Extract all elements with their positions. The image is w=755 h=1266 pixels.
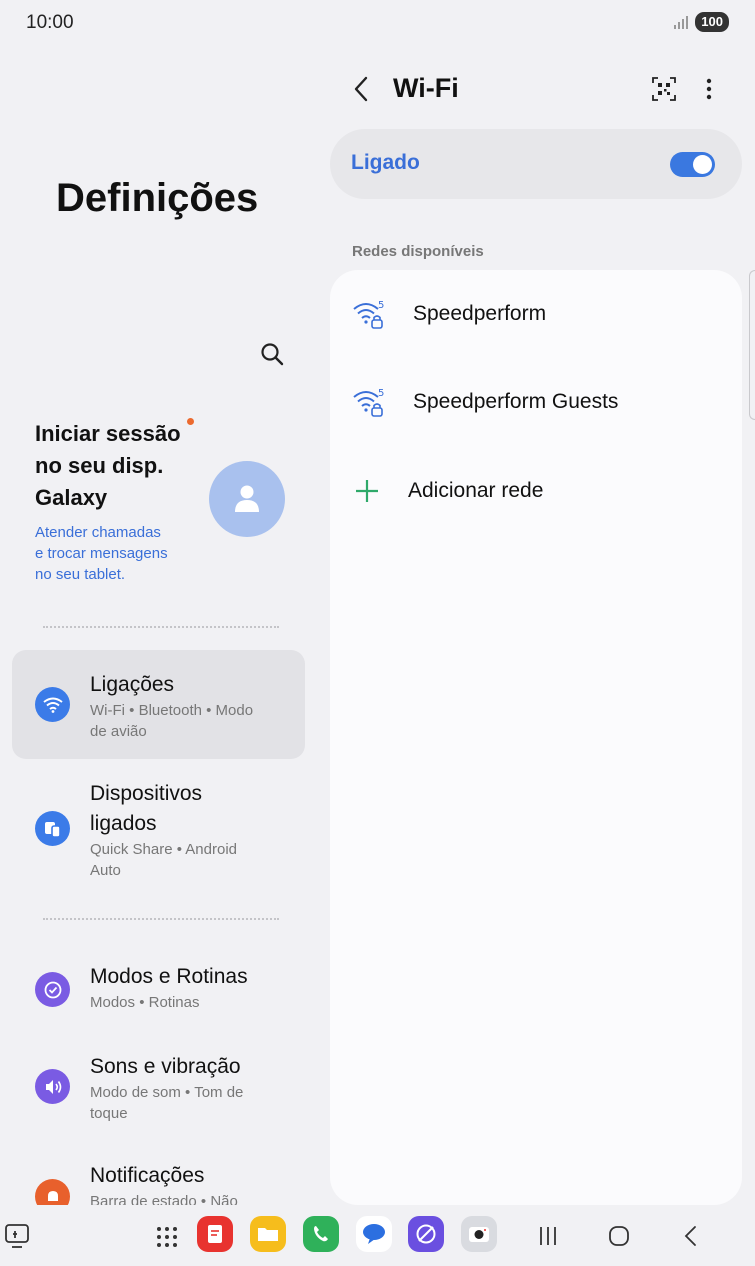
nav-back-button[interactable] [678, 1223, 704, 1254]
avatar[interactable] [209, 461, 285, 537]
person-icon [235, 485, 259, 512]
plus-icon [356, 480, 378, 502]
home-icon [609, 1226, 629, 1246]
scrollbar[interactable] [749, 270, 755, 420]
section-label: Redes disponíveis [352, 243, 484, 260]
toggle-knob [693, 155, 712, 174]
network-name: Speedperform [413, 302, 547, 325]
modes-icon [35, 972, 70, 1007]
files-app-icon[interactable] [250, 1216, 286, 1252]
menu-item-notificacoes[interactable]: Notificações Barra de estado • Não [12, 1161, 305, 1205]
account-subtitle-line2: e trocar mensagens [35, 545, 168, 562]
wifi-icon [35, 687, 70, 722]
menu-item-dispositivos-ligados[interactable]: Dispositivos ligados Quick Share • Andro… [12, 779, 305, 889]
account-signin[interactable]: Iniciar sessão no seu disp. Galaxy Atend… [35, 418, 200, 585]
svg-text:5: 5 [378, 300, 384, 311]
menu-item-sons-vibracao[interactable]: Sons e vibração Modo de som • Tom de toq… [12, 1052, 305, 1132]
menu-subtitle: Barra de estado • Não [90, 1193, 238, 1205]
notification-dot [187, 418, 194, 425]
qr-code-button[interactable] [650, 75, 678, 103]
internet-app-icon[interactable] [408, 1216, 444, 1252]
phone-app-icon[interactable] [303, 1216, 339, 1252]
search-icon [261, 343, 284, 366]
menu-subtitle: Modo de som • Tom de [90, 1084, 244, 1101]
network-item[interactable]: 5 Speedperform [352, 298, 546, 330]
back-button[interactable] [349, 74, 375, 104]
signal-icon [674, 16, 689, 29]
qr-code-icon [652, 77, 676, 101]
account-subtitle-line1: Atender chamadas [35, 524, 161, 541]
menu-subtitle: de avião [90, 723, 147, 740]
chevron-left-icon [684, 1226, 696, 1246]
account-subtitle-line3: no seu tablet. [35, 566, 126, 583]
menu-subtitle: toque [90, 1105, 128, 1122]
account-title-line2: no seu disp. [35, 453, 164, 478]
page-title: Wi-Fi [393, 73, 459, 103]
bell-icon [35, 1179, 70, 1205]
navigation-bar [0, 1210, 755, 1266]
chevron-left-icon [354, 76, 368, 102]
taskbar-icon [5, 1224, 29, 1248]
devices-icon [35, 811, 70, 846]
recents-icon [540, 1227, 556, 1245]
more-vert-icon [706, 78, 712, 100]
search-button[interactable] [258, 340, 286, 368]
camera-app-icon[interactable] [461, 1216, 497, 1252]
menu-title: Ligações [90, 673, 175, 696]
network-item[interactable]: 5 Speedperform Guests [352, 386, 618, 418]
messages-app-icon[interactable] [356, 1216, 392, 1252]
account-title-line3: Galaxy [35, 485, 108, 510]
menu-subtitle: Quick Share • Android [90, 841, 237, 858]
menu-title-line1: Dispositivos [90, 782, 203, 805]
notes-app-icon[interactable] [197, 1216, 233, 1252]
more-options-button[interactable] [698, 75, 720, 103]
home-button[interactable] [606, 1223, 632, 1254]
network-name: Speedperform Guests [413, 390, 619, 413]
menu-title: Notificações [90, 1164, 205, 1187]
wifi-toggle-label: Ligado [351, 151, 420, 174]
divider [43, 626, 279, 628]
divider [43, 918, 279, 920]
status-time: 10:00 [26, 12, 74, 33]
menu-title: Modos e Rotinas [90, 965, 248, 988]
add-network-button[interactable]: Adicionar rede [352, 476, 543, 506]
account-title-line1: Iniciar sessão [35, 421, 181, 446]
menu-subtitle: Wi-Fi • Bluetooth • Modo [90, 702, 254, 719]
menu-title-line2: ligados [90, 812, 157, 835]
wifi-lock-icon: 5 [353, 300, 384, 329]
taskbar-toggle-button[interactable] [3, 1222, 31, 1255]
menu-subtitle: Modos • Rotinas [90, 994, 200, 1011]
page-title: Definições [56, 176, 259, 220]
wifi-lock-icon: 5 [353, 388, 384, 417]
recents-button[interactable] [535, 1223, 561, 1254]
menu-item-modos-rotinas[interactable]: Modos e Rotinas Modos • Rotinas [12, 962, 305, 1022]
battery-badge: 100 [695, 12, 729, 32]
menu-subtitle: Auto [90, 862, 121, 879]
menu-item-ligacoes[interactable]: Ligações Wi-Fi • Bluetooth • Modo de avi… [12, 650, 305, 759]
menu-title: Sons e vibração [90, 1055, 241, 1078]
app-drawer-button[interactable] [154, 1224, 180, 1255]
svg-text:5: 5 [378, 388, 384, 399]
wifi-toggle-switch[interactable] [670, 152, 715, 177]
status-icons: 100 [673, 12, 729, 32]
apps-grid-icon [157, 1227, 177, 1247]
volume-icon [35, 1069, 70, 1104]
add-network-label: Adicionar rede [408, 479, 544, 502]
